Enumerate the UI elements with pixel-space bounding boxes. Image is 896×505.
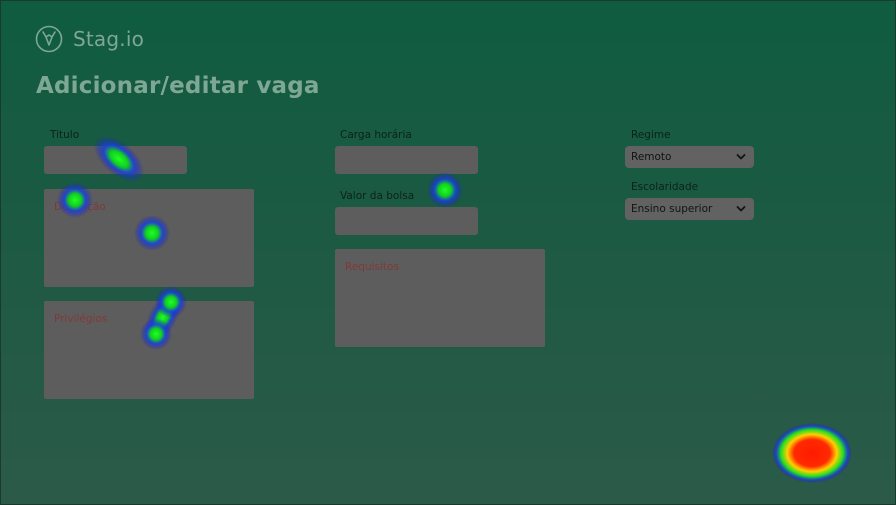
heatmap-spot	[772, 423, 852, 483]
escolaridade-select[interactable]: Ensino superior	[625, 198, 754, 220]
requisitos-textarea[interactable]: Requisitos	[335, 249, 545, 347]
page-title: Adicionar/editar vaga	[36, 73, 320, 99]
titulo-input[interactable]	[44, 146, 187, 174]
regime-select[interactable]: Remoto	[625, 146, 754, 168]
descricao-placeholder: Descrição	[54, 201, 106, 213]
chevron-down-icon	[736, 154, 746, 160]
carga-horaria-input[interactable]	[335, 146, 478, 174]
valor-bolsa-label: Valor da bolsa	[340, 190, 415, 202]
titulo-label: Titulo	[50, 129, 80, 141]
valor-bolsa-input[interactable]	[335, 207, 478, 235]
stag-logo-icon	[35, 25, 63, 53]
brand[interactable]: Stag.io	[35, 25, 144, 53]
heatmap-spot	[427, 172, 463, 208]
carga-horaria-label: Carga horária	[340, 129, 412, 141]
app-name: Stag.io	[73, 27, 145, 51]
page: Stag.io Adicionar/editar vaga Titulo Des…	[0, 0, 896, 505]
privilegios-textarea[interactable]: Privilégios	[44, 301, 254, 399]
regime-selected-value: Remoto	[631, 151, 672, 163]
chevron-down-icon	[736, 206, 746, 212]
requisitos-placeholder: Requisitos	[345, 261, 399, 273]
privilegios-placeholder: Privilégios	[54, 313, 108, 325]
escolaridade-selected-value: Ensino superior	[631, 203, 713, 215]
descricao-textarea[interactable]: Descrição	[44, 189, 254, 287]
escolaridade-label: Escolaridade	[631, 181, 699, 193]
regime-label: Regime	[631, 129, 671, 141]
